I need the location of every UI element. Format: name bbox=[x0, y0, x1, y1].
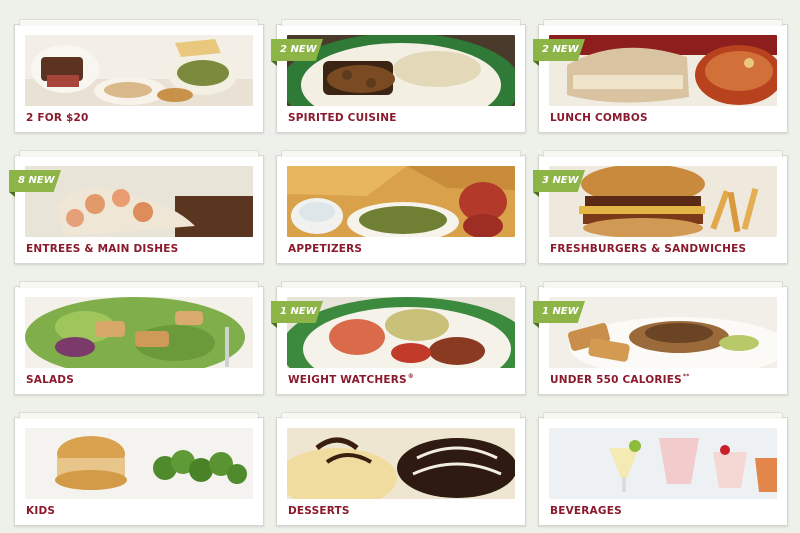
category-card-appetizers[interactable]: APPETIZERS bbox=[276, 150, 526, 264]
category-label-entrees: ENTREES & MAIN DISHES bbox=[26, 243, 179, 255]
badge-fold bbox=[533, 323, 539, 328]
category-photo-2-for-20 bbox=[25, 35, 253, 106]
category-photo-freshburgers bbox=[549, 166, 777, 237]
category-label-appetizers: APPETIZERS bbox=[288, 243, 363, 255]
category-card-2-for-20[interactable]: 2 FOR $20 bbox=[14, 19, 264, 133]
badge-fold bbox=[271, 61, 277, 66]
badge-fold bbox=[533, 61, 539, 66]
category-card-freshburgers[interactable]: 3 NEW FRESHBURGERS & SANDWICHES bbox=[533, 150, 788, 264]
category-photo-beverages bbox=[549, 428, 777, 499]
category-card-spirited-cuisine[interactable]: 2 NEW SPIRITED CUISINE bbox=[271, 19, 526, 133]
category-label-freshburgers: FRESHBURGERS & SANDWICHES bbox=[550, 243, 747, 255]
category-photo-appetizers bbox=[287, 166, 515, 237]
category-photo-spirited-cuisine bbox=[287, 35, 515, 106]
category-label-weight-watchers: WEIGHT WATCHERS® bbox=[288, 373, 414, 386]
new-items-badge: 1 NEW bbox=[271, 301, 323, 323]
category-label-kids: KIDS bbox=[26, 505, 56, 517]
new-items-badge: 1 NEW bbox=[533, 301, 585, 323]
category-card-weight-watchers[interactable]: 1 NEW WEIGHT WATCHERS® bbox=[271, 281, 526, 395]
category-label-spirited-cuisine: SPIRITED CUISINE bbox=[288, 112, 397, 124]
category-card-kids[interactable]: KIDS bbox=[14, 412, 264, 526]
category-card-salads[interactable]: SALADS bbox=[14, 281, 264, 395]
category-card-under-550[interactable]: 1 NEW UNDER 550 CALORIES** bbox=[533, 281, 788, 395]
new-items-badge: 3 NEW bbox=[533, 170, 585, 192]
badge-fold bbox=[533, 192, 539, 197]
category-label-salads: SALADS bbox=[26, 374, 74, 386]
registered-mark: ® bbox=[407, 373, 414, 380]
badge-fold bbox=[271, 323, 277, 328]
category-label-2-for-20: 2 FOR $20 bbox=[26, 112, 89, 124]
badge-fold bbox=[9, 192, 15, 197]
category-label-desserts: DESSERTS bbox=[288, 505, 350, 517]
category-photo-under-550 bbox=[549, 297, 777, 368]
category-label-beverages: BEVERAGES bbox=[550, 505, 622, 517]
category-label-lunch-combos: LUNCH COMBOS bbox=[550, 112, 648, 124]
category-card-entrees[interactable]: 8 NEW ENTREES & MAIN DISHES bbox=[9, 150, 264, 264]
new-items-badge: 8 NEW bbox=[9, 170, 61, 192]
category-photo-entrees bbox=[25, 166, 253, 237]
category-photo-desserts bbox=[287, 428, 515, 499]
category-photo-lunch-combos bbox=[549, 35, 777, 106]
new-items-badge: 2 NEW bbox=[533, 39, 585, 61]
footnote-mark: ** bbox=[682, 373, 690, 380]
category-label-under-550: UNDER 550 CALORIES** bbox=[550, 373, 690, 386]
category-card-lunch-combos[interactable]: 2 NEW LUNCH COMBOS bbox=[533, 19, 788, 133]
menu-category-grid: 2 FOR $20 2 NEW SPIRITED CUISINE 2 NEW L… bbox=[0, 0, 800, 533]
category-photo-salads bbox=[25, 297, 253, 368]
category-photo-kids bbox=[25, 428, 253, 499]
category-photo-weight-watchers bbox=[287, 297, 515, 368]
new-items-badge: 2 NEW bbox=[271, 39, 323, 61]
category-card-beverages[interactable]: BEVERAGES bbox=[538, 412, 788, 526]
category-card-desserts[interactable]: DESSERTS bbox=[276, 412, 526, 526]
